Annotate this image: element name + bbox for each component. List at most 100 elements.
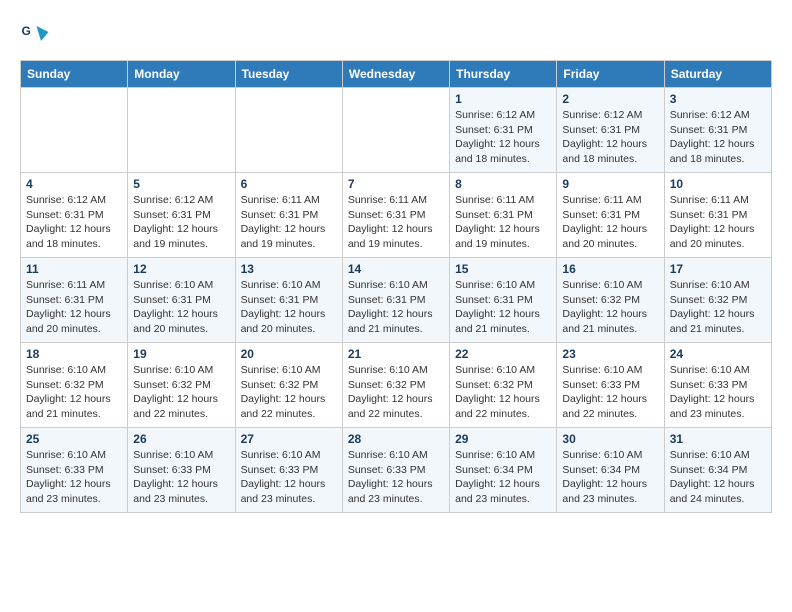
- day-number: 9: [562, 177, 658, 191]
- day-info: Sunrise: 6:10 AM Sunset: 6:31 PM Dayligh…: [241, 278, 337, 337]
- day-info: Sunrise: 6:11 AM Sunset: 6:31 PM Dayligh…: [455, 193, 551, 252]
- day-number: 22: [455, 347, 551, 361]
- day-cell: 23 Sunrise: 6:10 AM Sunset: 6:33 PM Dayli…: [557, 343, 664, 428]
- header-cell-tuesday: Tuesday: [235, 61, 342, 88]
- day-number: 5: [133, 177, 229, 191]
- day-info: Sunrise: 6:10 AM Sunset: 6:32 PM Dayligh…: [562, 278, 658, 337]
- day-cell: 6Sunrise: 6:11 AM Sunset: 6:31 PM Daylig…: [235, 173, 342, 258]
- day-cell: 28 Sunrise: 6:10 AM Sunset: 6:33 PM Dayli…: [342, 428, 449, 513]
- day-info: Sunrise: 6:11 AM Sunset: 6:31 PM Dayligh…: [670, 193, 766, 252]
- day-number: 4: [26, 177, 122, 191]
- day-number: 11: [26, 262, 122, 276]
- day-cell: 14 Sunrise: 6:10 AM Sunset: 6:31 PM Dayli…: [342, 258, 449, 343]
- day-cell: 13 Sunrise: 6:10 AM Sunset: 6:31 PM Dayli…: [235, 258, 342, 343]
- day-info: Sunrise: 6:10 AM Sunset: 6:34 PM Dayligh…: [670, 448, 766, 507]
- day-info: Sunrise: 6:11 AM Sunset: 6:31 PM Dayligh…: [26, 278, 122, 337]
- day-cell: 25Sunrise: 6:10 AM Sunset: 6:33 PM Dayli…: [21, 428, 128, 513]
- day-number: 19: [133, 347, 229, 361]
- logo: G: [20, 20, 54, 50]
- day-number: 20: [241, 347, 337, 361]
- day-info: Sunrise: 6:10 AM Sunset: 6:31 PM Dayligh…: [348, 278, 444, 337]
- day-info: Sunrise: 6:10 AM Sunset: 6:33 PM Dayligh…: [133, 448, 229, 507]
- day-cell: 30 Sunrise: 6:10 AM Sunset: 6:34 PM Dayli…: [557, 428, 664, 513]
- day-number: 17: [670, 262, 766, 276]
- day-number: 29: [455, 432, 551, 446]
- day-number: 18: [26, 347, 122, 361]
- day-cell: 11 Sunrise: 6:11 AM Sunset: 6:31 PM Dayli…: [21, 258, 128, 343]
- day-cell: 18 Sunrise: 6:10 AM Sunset: 6:32 PM Dayli…: [21, 343, 128, 428]
- day-cell: 5 Sunrise: 6:12 AM Sunset: 6:31 PM Daylig…: [128, 173, 235, 258]
- week-row-2: 4 Sunrise: 6:12 AM Sunset: 6:31 PM Daylig…: [21, 173, 772, 258]
- day-info: Sunrise: 6:10 AM Sunset: 6:34 PM Dayligh…: [455, 448, 551, 507]
- day-info: Sunrise: 6:10 AM Sunset: 6:33 PM Dayligh…: [26, 448, 122, 507]
- day-cell: 8 Sunrise: 6:11 AM Sunset: 6:31 PM Daylig…: [450, 173, 557, 258]
- day-number: 23: [562, 347, 658, 361]
- day-info: Sunrise: 6:10 AM Sunset: 6:34 PM Dayligh…: [562, 448, 658, 507]
- day-number: 2: [562, 92, 658, 106]
- header-cell-wednesday: Wednesday: [342, 61, 449, 88]
- day-info: Sunrise: 6:10 AM Sunset: 6:32 PM Dayligh…: [241, 363, 337, 422]
- day-number: 1: [455, 92, 551, 106]
- day-cell: [235, 88, 342, 173]
- day-cell: 20 Sunrise: 6:10 AM Sunset: 6:32 PM Dayli…: [235, 343, 342, 428]
- day-cell: 10 Sunrise: 6:11 AM Sunset: 6:31 PM Dayli…: [664, 173, 771, 258]
- day-info: Sunrise: 6:10 AM Sunset: 6:33 PM Dayligh…: [241, 448, 337, 507]
- day-cell: 1 Sunrise: 6:12 AM Sunset: 6:31 PM Daylig…: [450, 88, 557, 173]
- day-info: Sunrise: 6:11 AM Sunset: 6:31 PM Dayligh…: [348, 193, 444, 252]
- calendar-table: SundayMondayTuesdayWednesdayThursdayFrid…: [20, 60, 772, 513]
- day-info: Sunrise: 6:10 AM Sunset: 6:32 PM Dayligh…: [26, 363, 122, 422]
- header-row: SundayMondayTuesdayWednesdayThursdayFrid…: [21, 61, 772, 88]
- day-cell: 31 Sunrise: 6:10 AM Sunset: 6:34 PM Dayli…: [664, 428, 771, 513]
- day-cell: 22 Sunrise: 6:10 AM Sunset: 6:32 PM Dayli…: [450, 343, 557, 428]
- week-row-5: 25Sunrise: 6:10 AM Sunset: 6:33 PM Dayli…: [21, 428, 772, 513]
- day-info: Sunrise: 6:10 AM Sunset: 6:31 PM Dayligh…: [455, 278, 551, 337]
- day-number: 6: [241, 177, 337, 191]
- day-cell: 15 Sunrise: 6:10 AM Sunset: 6:31 PM Dayli…: [450, 258, 557, 343]
- calendar-header: SundayMondayTuesdayWednesdayThursdayFrid…: [21, 61, 772, 88]
- day-number: 30: [562, 432, 658, 446]
- day-number: 10: [670, 177, 766, 191]
- day-number: 21: [348, 347, 444, 361]
- day-info: Sunrise: 6:10 AM Sunset: 6:32 PM Dayligh…: [348, 363, 444, 422]
- day-cell: 21 Sunrise: 6:10 AM Sunset: 6:32 PM Dayli…: [342, 343, 449, 428]
- day-info: Sunrise: 6:10 AM Sunset: 6:33 PM Dayligh…: [562, 363, 658, 422]
- header-cell-thursday: Thursday: [450, 61, 557, 88]
- day-cell: 3Sunrise: 6:12 AM Sunset: 6:31 PM Daylig…: [664, 88, 771, 173]
- day-info: Sunrise: 6:10 AM Sunset: 6:33 PM Dayligh…: [348, 448, 444, 507]
- svg-text:G: G: [22, 24, 31, 38]
- day-number: 31: [670, 432, 766, 446]
- day-cell: [21, 88, 128, 173]
- page-header: G: [20, 20, 772, 50]
- day-number: 27: [241, 432, 337, 446]
- day-number: 14: [348, 262, 444, 276]
- day-cell: 9Sunrise: 6:11 AM Sunset: 6:31 PM Daylig…: [557, 173, 664, 258]
- day-number: 8: [455, 177, 551, 191]
- day-info: Sunrise: 6:12 AM Sunset: 6:31 PM Dayligh…: [455, 108, 551, 167]
- header-cell-friday: Friday: [557, 61, 664, 88]
- day-info: Sunrise: 6:10 AM Sunset: 6:32 PM Dayligh…: [133, 363, 229, 422]
- day-cell: [342, 88, 449, 173]
- day-number: 24: [670, 347, 766, 361]
- day-number: 16: [562, 262, 658, 276]
- day-number: 7: [348, 177, 444, 191]
- logo-icon: G: [20, 20, 50, 50]
- day-info: Sunrise: 6:10 AM Sunset: 6:32 PM Dayligh…: [670, 278, 766, 337]
- day-cell: 29 Sunrise: 6:10 AM Sunset: 6:34 PM Dayli…: [450, 428, 557, 513]
- week-row-1: 1 Sunrise: 6:12 AM Sunset: 6:31 PM Daylig…: [21, 88, 772, 173]
- day-info: Sunrise: 6:12 AM Sunset: 6:31 PM Dayligh…: [670, 108, 766, 167]
- day-number: 15: [455, 262, 551, 276]
- day-cell: 12Sunrise: 6:10 AM Sunset: 6:31 PM Dayli…: [128, 258, 235, 343]
- day-number: 12: [133, 262, 229, 276]
- day-cell: 2 Sunrise: 6:12 AM Sunset: 6:31 PM Daylig…: [557, 88, 664, 173]
- day-info: Sunrise: 6:10 AM Sunset: 6:32 PM Dayligh…: [455, 363, 551, 422]
- day-number: 28: [348, 432, 444, 446]
- day-cell: 17 Sunrise: 6:10 AM Sunset: 6:32 PM Dayli…: [664, 258, 771, 343]
- day-info: Sunrise: 6:12 AM Sunset: 6:31 PM Dayligh…: [133, 193, 229, 252]
- day-cell: 4Sunrise: 6:12 AM Sunset: 6:31 PM Daylig…: [21, 173, 128, 258]
- day-number: 13: [241, 262, 337, 276]
- header-cell-sunday: Sunday: [21, 61, 128, 88]
- day-cell: 27 Sunrise: 6:10 AM Sunset: 6:33 PM Dayli…: [235, 428, 342, 513]
- day-cell: 24Sunrise: 6:10 AM Sunset: 6:33 PM Dayli…: [664, 343, 771, 428]
- day-cell: 7 Sunrise: 6:11 AM Sunset: 6:31 PM Daylig…: [342, 173, 449, 258]
- day-info: Sunrise: 6:12 AM Sunset: 6:31 PM Dayligh…: [562, 108, 658, 167]
